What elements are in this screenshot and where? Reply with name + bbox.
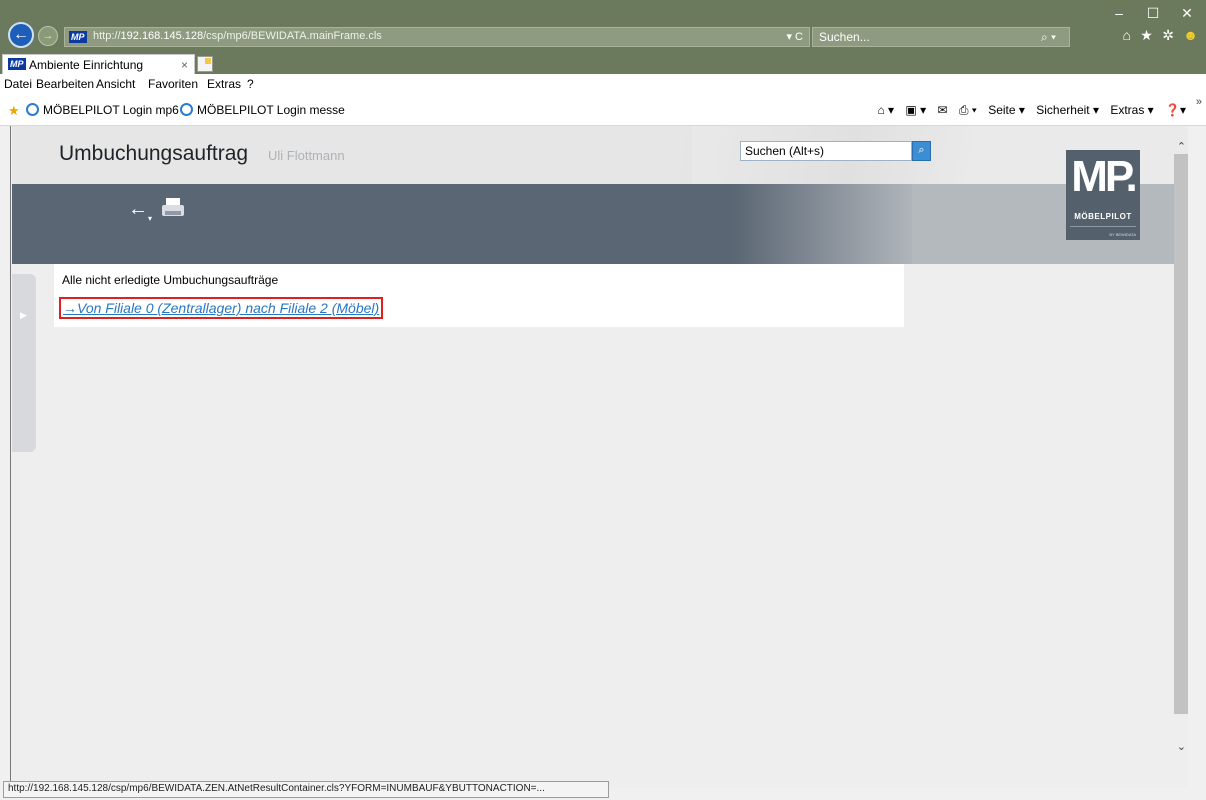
- toolbar-back-icon[interactable]: ←▾: [128, 198, 152, 223]
- tab-close-icon[interactable]: ×: [181, 58, 188, 72]
- mail-icon[interactable]: ✉: [937, 103, 947, 117]
- toolbar-right: [912, 184, 1188, 264]
- app-search-icon[interactable]: ⌕: [912, 141, 931, 161]
- maximize-button[interactable]: ☐: [1138, 4, 1168, 22]
- security-menu[interactable]: Sicherheit ▾: [1036, 103, 1099, 117]
- favorites-star-icon[interactable]: ★: [1140, 27, 1153, 44]
- browser-title-bar: – ☐ ✕ ← → MP http://192.168.145.128/csp/…: [0, 0, 1206, 50]
- logo-mark: MP.: [1071, 152, 1138, 201]
- site-favicon: MP: [69, 31, 87, 43]
- feeds-icon[interactable]: ▣ ▾: [905, 103, 926, 117]
- extras-menu[interactable]: Extras ▾: [1110, 103, 1153, 117]
- smiley-icon[interactable]: ☻: [1183, 27, 1198, 43]
- close-window-button[interactable]: ✕: [1172, 4, 1202, 22]
- browser-search-placeholder: Suchen...: [819, 30, 870, 44]
- new-tab-icon[interactable]: [197, 56, 213, 72]
- back-icon[interactable]: ←: [8, 22, 34, 48]
- menu-favoriten[interactable]: Favoriten: [148, 77, 198, 91]
- menu-bar: Datei Bearbeiten Ansicht Favoriten Extra…: [0, 74, 1206, 94]
- status-bar: http://192.168.145.128/csp/mp6/BEWIDATA.…: [3, 781, 609, 798]
- favorite-login-mp6[interactable]: MÖBELPILOT Login mp6: [26, 103, 179, 117]
- forward-icon[interactable]: →: [38, 26, 58, 46]
- menu-ansicht[interactable]: Ansicht: [96, 77, 135, 91]
- minimize-button[interactable]: –: [1104, 4, 1134, 22]
- address-url[interactable]: http://192.168.145.128/csp/mp6/BEWIDATA.…: [93, 30, 382, 42]
- result-panel: Alle nicht erledigte Umbuchungsaufträge …: [54, 264, 904, 327]
- moebelpilot-logo: MP. MÖBELPILOT BY BEWIDATA: [1066, 150, 1140, 240]
- status-url: http://192.168.145.128/csp/mp6/BEWIDATA.…: [8, 783, 545, 794]
- logo-by: BY BEWIDATA: [1109, 232, 1136, 237]
- scroll-down-icon[interactable]: ⌄: [1177, 740, 1186, 753]
- menu-extras[interactable]: Extras: [207, 77, 241, 91]
- address-bar[interactable]: MP http://192.168.145.128/csp/mp6/BEWIDA…: [64, 27, 810, 47]
- browser-search-field[interactable]: Suchen... ⌕ ▾: [812, 27, 1070, 47]
- tab-label: Ambiente Einrichtung: [29, 58, 144, 72]
- add-favorite-icon[interactable]: ★: [8, 103, 20, 119]
- chevron-right-icon[interactable]: »: [1196, 96, 1202, 108]
- logo-divider: [1070, 226, 1136, 227]
- print-cmd-icon[interactable]: ⎙ ▾: [959, 103, 977, 117]
- frame-border: [10, 126, 11, 788]
- menu-bearbeiten[interactable]: Bearbeiten: [36, 77, 94, 91]
- toolbar-fade: [732, 184, 912, 264]
- home-cmd-icon[interactable]: ⌂ ▾: [877, 103, 894, 117]
- menu-help[interactable]: ?: [247, 77, 254, 91]
- side-panel-arrow-icon: ▶: [20, 310, 27, 320]
- refresh-icon[interactable]: ▾ C: [786, 30, 803, 43]
- app-search-input[interactable]: Suchen (Alt+s): [740, 141, 912, 161]
- home-icon[interactable]: ⌂: [1122, 27, 1130, 43]
- page-menu[interactable]: Seite ▾: [988, 103, 1025, 117]
- user-name: Uli Flottmann: [268, 148, 345, 163]
- command-bar: ⌂ ▾ ▣ ▾ ✉ ⎙ ▾ Seite ▾ Sicherheit ▾ Extra…: [869, 103, 1186, 118]
- transfer-order-link[interactable]: →Von Filiale 0 (Zentrallager) nach Filia…: [59, 297, 384, 319]
- favorite-login-messe[interactable]: MÖBELPILOT Login messe: [180, 103, 345, 117]
- tab-bar: MP Ambiente Einrichtung ×: [0, 50, 1206, 74]
- menu-datei[interactable]: Datei: [4, 77, 32, 91]
- scrollbar[interactable]: [1174, 154, 1188, 714]
- search-icon[interactable]: ⌕ ▾: [1041, 30, 1056, 45]
- print-icon[interactable]: [162, 198, 184, 218]
- favorites-bar: ★ MÖBELPILOT Login mp6 MÖBELPILOT Login …: [0, 94, 1206, 126]
- tab-ambiente-einrichtung[interactable]: MP Ambiente Einrichtung ×: [2, 54, 195, 74]
- logo-brand: MÖBELPILOT: [1074, 212, 1132, 221]
- page-title: Umbuchungsauftrag: [59, 142, 249, 165]
- app-page: Umbuchungsauftrag Uli Flottmann Suchen (…: [12, 126, 1188, 788]
- ie-page-icon: [180, 103, 193, 116]
- result-caption: Alle nicht erledigte Umbuchungsaufträge: [62, 273, 279, 287]
- app-toolbar: ←▾: [12, 184, 1188, 264]
- browser-top-icons: ⌂ ★ ✲ ☻: [1116, 27, 1198, 44]
- side-panel-toggle[interactable]: ▶: [12, 274, 36, 452]
- app-search-placeholder: Suchen (Alt+s): [745, 144, 825, 158]
- settings-gear-icon[interactable]: ✲: [1162, 27, 1174, 44]
- scroll-up-icon[interactable]: ⌃: [1177, 140, 1186, 153]
- help-icon[interactable]: ❓▾: [1165, 103, 1186, 117]
- tab-favicon: MP: [8, 58, 26, 70]
- ie-page-icon: [26, 103, 39, 116]
